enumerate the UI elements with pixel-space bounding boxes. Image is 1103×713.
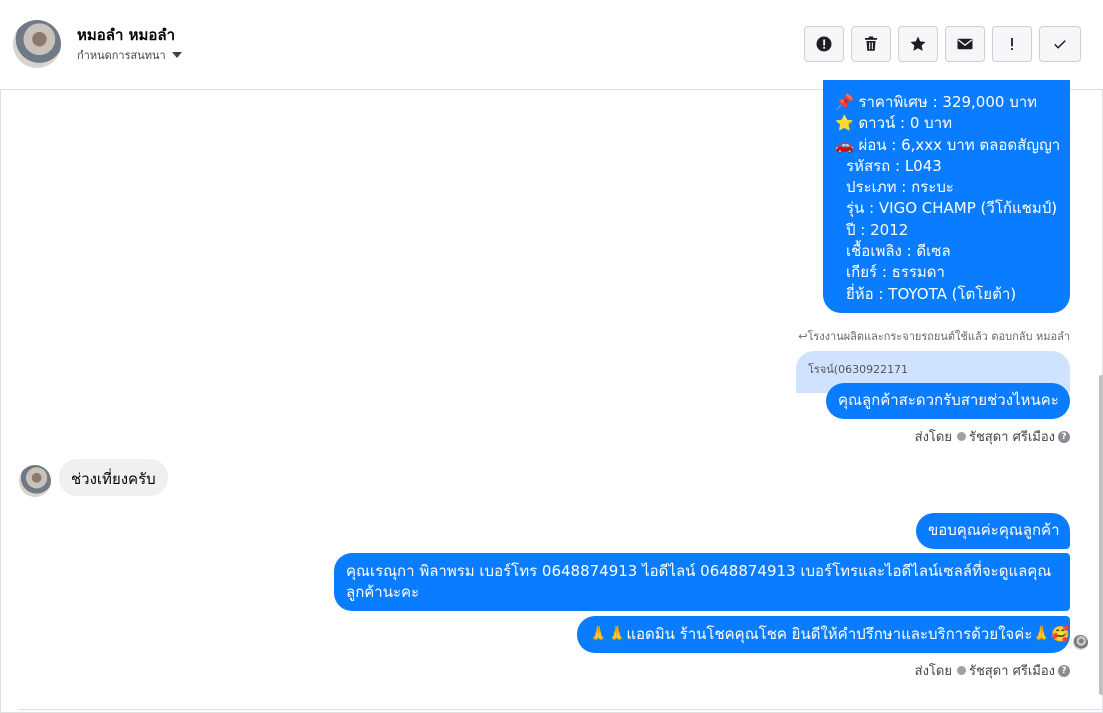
follow-up-button[interactable] <box>992 26 1032 62</box>
composer-divider <box>18 709 1103 710</box>
sent-by-info: ส่งโดย รัชสุดา ศรีเมือง ? <box>915 426 1070 447</box>
sent-by-info-2: ส่งโดย รัชสุดา ศรีเมือง ? <box>915 660 1070 681</box>
car-year-line: ปี : 2012 <box>846 220 909 239</box>
contact-info-message[interactable]: คุณเรณุกา พิลาพรม เบอร์โทร 0648874913 ไอ… <box>334 553 1070 611</box>
sent-by-label: ส่งโดย <box>914 430 952 445</box>
contact-name[interactable]: หมอลำ หมอลำ <box>77 23 175 47</box>
assign-label: กำหนดการสนทนา <box>77 49 166 62</box>
admin-message[interactable]: 🙏🙏แอดมิน ร้านโชคคุณโชค ยินดีให้คำปรึกษาแ… <box>577 616 1070 653</box>
incoming-message[interactable]: ช่วงเที่ยงครับ <box>59 459 168 496</box>
car-code-line: รหัสรถ : L043 <box>846 156 942 175</box>
scrollbar[interactable] <box>1099 375 1103 695</box>
check-icon <box>1054 40 1066 49</box>
delete-button[interactable] <box>851 26 891 62</box>
help-icon[interactable]: ? <box>1058 430 1070 443</box>
car-model-line: รุ่น : VIGO CHAMP (วีโก้แชมป์) <box>846 199 1058 218</box>
exclamation-icon <box>1011 38 1013 50</box>
car-type-line: ประเภท : กระบะ <box>846 178 954 197</box>
installment-line: 🚗 ผ่อน : 6,xxx บาท ตลอดสัญญา <box>835 135 1061 154</box>
mark-unread-button[interactable] <box>945 26 985 62</box>
gear-line: เกียร์ : ธรรมดา <box>846 263 945 282</box>
star-button[interactable] <box>898 26 938 62</box>
assign-conversation-dropdown[interactable]: กำหนดการสนทนา <box>77 46 182 64</box>
brand-line: ยี่ห้อ : TOYOTA (โตโยต้า) <box>846 284 1017 303</box>
sender-name: รัชสุดา ศรีเมือง <box>968 430 1055 445</box>
sender-dot-icon <box>956 432 966 441</box>
trash-icon <box>865 36 877 51</box>
star-icon <box>910 36 926 51</box>
envelope-icon <box>957 38 973 50</box>
reply-note: ↩โรงงานผลิตและกระจายรถยนต์ใช้แล้ว ตอบกลั… <box>798 330 1070 343</box>
down-payment-line: ⭐ ดาวน์ : 0 บาท <box>835 114 953 133</box>
help-icon[interactable]: ? <box>1058 664 1070 677</box>
car-details-message[interactable]: 📌 ราคาพิเศษ : 329,000 บาท ⭐ ดาวน์ : 0 บา… <box>823 80 1070 313</box>
thanks-message[interactable]: ขอบคุณค่ะคุณลูกค้า <box>916 513 1070 549</box>
sender-name: รัชสุดา ศรีเมือง <box>968 664 1055 679</box>
contact-avatar[interactable] <box>13 20 61 68</box>
caret-down-icon <box>171 52 182 58</box>
header-actions <box>804 26 1081 62</box>
price-line: 📌 ราคาพิเศษ : 329,000 บาท <box>835 93 1038 111</box>
seen-avatar <box>1073 635 1088 650</box>
mark-done-button[interactable] <box>1039 26 1081 62</box>
sender-dot-icon <box>956 666 966 675</box>
alert-circle-icon <box>816 36 832 52</box>
ask-time-message[interactable]: คุณลูกค้าสะดวกรับสายช่วงไหนคะ <box>826 383 1070 419</box>
sent-by-label: ส่งโดย <box>914 664 952 679</box>
conversation-header: หมอลำ หมอลำ กำหนดการสนทนา <box>0 0 1103 90</box>
fuel-line: เชื้อเพลิง : ดีเซล <box>846 242 951 261</box>
contact-avatar-small[interactable] <box>19 465 51 497</box>
mark-spam-button[interactable] <box>804 26 844 62</box>
